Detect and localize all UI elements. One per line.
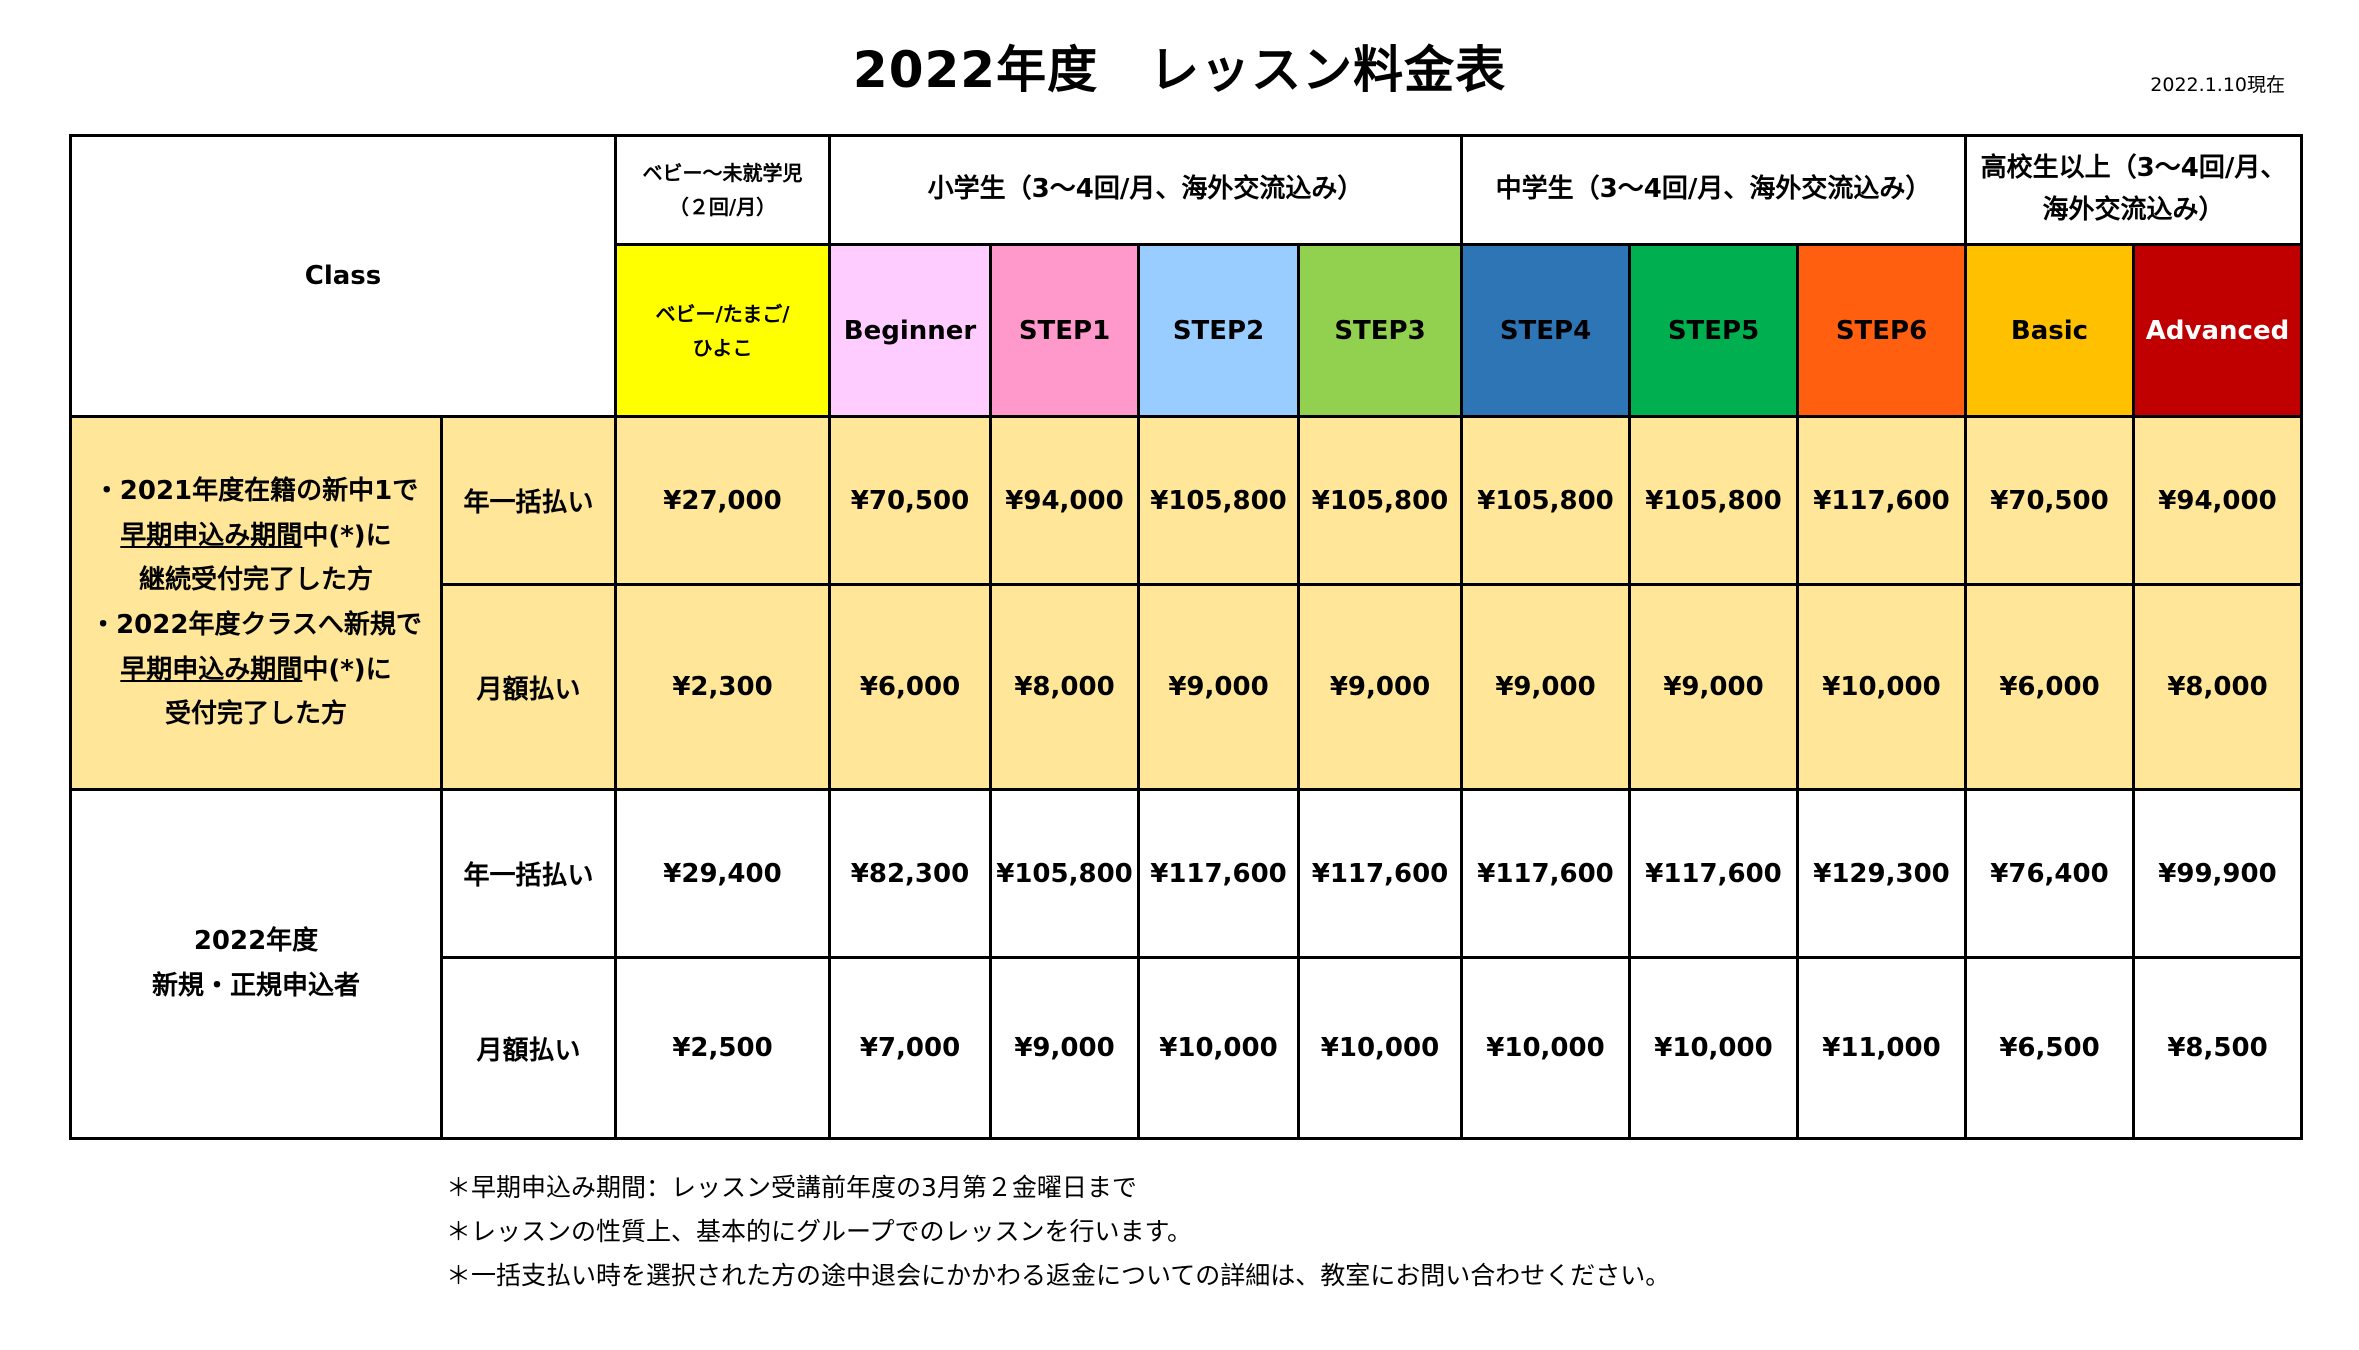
group-header-elementary: 小学生（3～4回/月、海外交流込み） <box>828 134 1463 246</box>
desc-line: 継続受付完了した方 <box>138 565 373 596</box>
price-cell: ¥8,000 <box>2132 583 2303 791</box>
level-baby: ベビー/たまご/ ひよこ <box>614 243 831 418</box>
group-header-junior-high: 中学生（3～4回/月、海外交流込み） <box>1460 134 1967 246</box>
level-baby-line2: ひよこ <box>692 335 753 360</box>
price-cell: ¥117,600 <box>1460 788 1631 959</box>
price-cell: ¥99,900 <box>2132 788 2303 959</box>
price-cell: ¥82,300 <box>828 788 992 959</box>
lesson-fee-table: Class ベビー～未就学児 （２回/月） 小学生（3～4回/月、海外交流込み）… <box>69 134 2303 1140</box>
price-cell: ¥105,800 <box>1460 415 1631 586</box>
price-cell: ¥117,600 <box>1297 788 1463 959</box>
price-cell: ¥10,000 <box>1628 956 1799 1140</box>
desc-line: 2022年度 <box>193 926 319 957</box>
level-baby-line1: ベビー/たまご/ <box>655 301 790 326</box>
level-step1: STEP1 <box>989 243 1140 418</box>
price-cell: ¥10,000 <box>1460 956 1631 1140</box>
level-step3: STEP3 <box>1297 243 1463 418</box>
group-header-baby: ベビー～未就学児 （２回/月） <box>614 134 831 246</box>
price-cell: ¥117,600 <box>1137 788 1300 959</box>
price-cell: ¥11,000 <box>1796 956 1967 1140</box>
level-step5: STEP5 <box>1628 243 1799 418</box>
price-cell: ¥8,500 <box>2132 956 2303 1140</box>
price-cell: ¥117,600 <box>1628 788 1799 959</box>
desc-line: 早期申込み期間中(*)に <box>120 520 392 551</box>
page-title: 2022年度 レッスン料金表 <box>852 41 1507 99</box>
price-cell: ¥105,800 <box>1137 415 1300 586</box>
date-stamp: 2022.1.10現在 <box>2150 74 2285 96</box>
price-cell: ¥76,400 <box>1964 788 2135 959</box>
desc-line: 受付完了した方 <box>164 699 347 730</box>
price-cell: ¥105,800 <box>989 788 1140 959</box>
price-cell: ¥10,000 <box>1137 956 1300 1140</box>
price-cell: ¥94,000 <box>2132 415 2303 586</box>
price-cell: ¥9,000 <box>989 956 1140 1140</box>
level-basic: Basic <box>1964 243 2135 418</box>
price-cell: ¥9,000 <box>1628 583 1799 791</box>
desc-line: ・2022年度クラスへ新規で <box>90 610 422 640</box>
price-cell: ¥10,000 <box>1297 956 1463 1140</box>
price-cell: ¥6,000 <box>1964 583 2135 791</box>
group-header-baby-line2: （２回/月） <box>668 195 777 219</box>
level-step4: STEP4 <box>1460 243 1631 418</box>
group-header-high-school: 高校生以上（3～4回/月、 海外交流込み） <box>1964 134 2303 246</box>
price-cell: ¥94,000 <box>989 415 1140 586</box>
level-step6: STEP6 <box>1796 243 1967 418</box>
payment-annual: 年一括払い <box>440 788 617 959</box>
desc-line: ・2021年度在籍の新中1で <box>93 475 419 506</box>
price-cell: ¥7,000 <box>828 956 992 1140</box>
payment-monthly: 月額払い <box>440 956 617 1140</box>
price-cell: ¥2,500 <box>614 956 831 1140</box>
price-cell: ¥9,000 <box>1460 583 1631 791</box>
price-cell: ¥129,300 <box>1796 788 1967 959</box>
price-cell: ¥6,500 <box>1964 956 2135 1140</box>
price-cell: ¥10,000 <box>1796 583 1967 791</box>
level-beginner: Beginner <box>828 243 992 418</box>
section-early-description: ・2021年度在籍の新中1で 早期申込み期間中(*)に 継続受付完了した方 ・2… <box>69 415 443 791</box>
group-header-high-school-line1: 高校生以上（3～4回/月、 <box>1980 153 2287 184</box>
price-cell: ¥9,000 <box>1297 583 1463 791</box>
group-header-baby-line1: ベビー～未就学児 <box>642 161 803 185</box>
price-cell: ¥105,800 <box>1628 415 1799 586</box>
payment-monthly: 月額払い <box>440 583 617 791</box>
price-cell: ¥105,800 <box>1297 415 1463 586</box>
price-cell: ¥29,400 <box>614 788 831 959</box>
payment-annual: 年一括払い <box>440 415 617 586</box>
price-cell: ¥8,000 <box>989 583 1140 791</box>
group-header-high-school-line2: 海外交流込み） <box>2042 195 2225 225</box>
note-line: ＊レッスンの性質上、基本的にグループでのレッスンを行います。 <box>446 1217 1193 1246</box>
desc-line: 新規・正規申込者 <box>151 971 360 1001</box>
notes: ＊早期申込み期間：レッスン受講前年度の3月第２金曜日まで ＊レッスンの性質上、基… <box>446 1166 1670 1298</box>
note-line: ＊一括支払い時を選択された方の途中退会にかかわる返金についての詳細は、教室にお問… <box>446 1261 1671 1290</box>
price-cell: ¥27,000 <box>614 415 831 586</box>
price-cell: ¥117,600 <box>1796 415 1967 586</box>
price-cell: ¥70,500 <box>1964 415 2135 586</box>
price-cell: ¥6,000 <box>828 583 992 791</box>
price-cell: ¥2,300 <box>614 583 831 791</box>
note-line: ＊早期申込み期間：レッスン受講前年度の3月第２金曜日まで <box>446 1173 1137 1202</box>
price-cell: ¥9,000 <box>1137 583 1300 791</box>
class-header: Class <box>69 134 617 418</box>
price-cell: ¥70,500 <box>828 415 992 586</box>
section-new-description: 2022年度 新規・正規申込者 <box>69 788 443 1140</box>
desc-line: 早期申込み期間中(*)に <box>120 654 392 685</box>
level-step2: STEP2 <box>1137 243 1300 418</box>
level-advanced: Advanced <box>2132 243 2303 418</box>
